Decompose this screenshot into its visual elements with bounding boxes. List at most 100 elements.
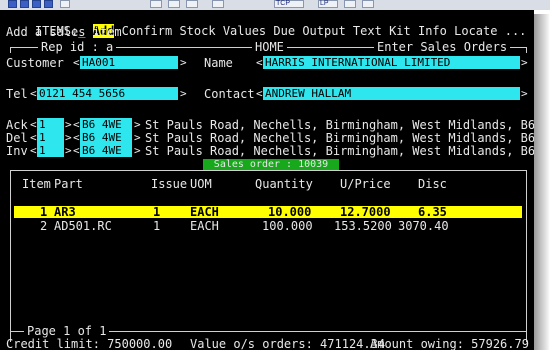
del-postcode-field[interactable]: B6 4WE: [80, 131, 132, 144]
toolbar: TCP LP: [0, 0, 550, 10]
copy-icon[interactable]: [150, 0, 162, 8]
name-label: Name: [204, 56, 233, 70]
phone-icon[interactable]: [60, 0, 70, 8]
inv-postcode-left-arrow-icon[interactable]: <: [73, 144, 80, 157]
customer-label: Customer: [6, 56, 64, 70]
ack-postcode-value: B6 4WE: [82, 118, 122, 131]
contact-left-arrow-icon[interactable]: <: [256, 87, 263, 100]
name-value: HARRIS INTERNATIONAL LIMITED: [265, 56, 451, 69]
row2-uom: EACH: [190, 219, 219, 233]
row1-issue: 1: [153, 205, 161, 219]
grid-icon[interactable]: [186, 0, 198, 8]
tel-label: Tel: [6, 87, 28, 101]
inv-address-text: St Pauls Road, Nechells, Birmingham, Wes…: [145, 144, 534, 158]
row1-disc: 6.35: [418, 205, 447, 219]
name-left-arrow-icon[interactable]: <: [256, 56, 263, 69]
col-issue: Issue: [151, 177, 188, 191]
items-frame-top: [10, 170, 527, 171]
name-field[interactable]: HARRIS INTERNATIONAL LIMITED: [263, 56, 520, 69]
row1-item: 1: [40, 205, 48, 219]
inv-postcode-field[interactable]: B6 4WE: [80, 144, 132, 157]
tel-field[interactable]: 0121 454 5656: [37, 87, 178, 100]
nav-right-icon[interactable]: [362, 0, 374, 8]
nav-left-icon[interactable]: [344, 0, 356, 8]
del-code-value: 1: [39, 131, 46, 144]
menu-item-locate[interactable]: Locate: [454, 24, 497, 38]
sales-order-badge: Sales order : 10039: [203, 159, 339, 170]
del-code-field[interactable]: 1: [37, 131, 64, 144]
customer-field[interactable]: HA001: [80, 56, 178, 69]
ack-postcode-right-arrow-icon[interactable]: >: [134, 118, 141, 131]
terminal-window: ITEMS:_ Add Confirm Stock Values Due Out…: [0, 10, 534, 350]
ack-code-value: 1: [39, 118, 46, 131]
tel-value: 0121 454 5656: [39, 87, 126, 100]
items-frame-left: [10, 170, 11, 342]
items-frame-right: [526, 170, 527, 342]
inv-code-right-arrow-icon[interactable]: >: [65, 144, 72, 157]
ack-code-field[interactable]: 1: [37, 118, 64, 131]
col-part: Part: [54, 177, 83, 191]
contact-field[interactable]: ANDREW HALLAM: [263, 87, 520, 100]
mode-label: Enter Sales Orders: [374, 41, 511, 53]
menu-item-values[interactable]: Values: [223, 24, 266, 38]
menu-item-text[interactable]: Text: [353, 24, 382, 38]
row2-quantity: 100.000: [262, 219, 313, 233]
ack-postcode-field[interactable]: B6 4WE: [80, 118, 132, 131]
app-icon[interactable]: [8, 0, 17, 8]
print-icon[interactable]: [44, 0, 53, 8]
rep-id: Rep id : a: [38, 41, 117, 53]
col-disc: Disc: [418, 177, 447, 191]
row2-item: 2: [40, 219, 48, 233]
value-outstanding: Value o/s orders: 471124.34: [190, 337, 386, 350]
hint-text: Add a sales item: [6, 25, 122, 39]
tcp-icon[interactable]: TCP: [274, 0, 304, 8]
row1-price: 12.7000: [340, 205, 391, 219]
del-address-text: St Pauls Road, Nechells, Birmingham, Wes…: [145, 131, 534, 145]
row2-part: AD501.RC: [54, 219, 112, 233]
menu-item-kit[interactable]: Kit: [389, 24, 411, 38]
inv-postcode-right-arrow-icon[interactable]: >: [134, 144, 141, 157]
lp-icon[interactable]: LP: [318, 0, 338, 8]
col-quantity: Quantity: [255, 177, 313, 191]
del-postcode-value: B6 4WE: [82, 131, 122, 144]
address-label: Inv: [6, 144, 28, 158]
ack-code-left-arrow-icon[interactable]: <: [30, 118, 37, 131]
sales-order-number: Sales order : 10039: [213, 159, 329, 170]
del-code-right-arrow-icon[interactable]: >: [65, 131, 72, 144]
col-price: U/Price: [340, 177, 391, 191]
row2-issue: 1: [153, 219, 161, 233]
del-code-left-arrow-icon[interactable]: <: [30, 131, 37, 144]
inv-code-left-arrow-icon[interactable]: <: [30, 144, 37, 157]
ack-postcode-left-arrow-icon[interactable]: <: [73, 118, 80, 131]
customer-value: HA001: [82, 56, 116, 69]
menu-item-due[interactable]: Due: [273, 24, 295, 38]
tel-right-arrow-icon[interactable]: >: [180, 87, 187, 100]
del-postcode-left-arrow-icon[interactable]: <: [73, 131, 80, 144]
del-postcode-right-arrow-icon[interactable]: >: [134, 131, 141, 144]
menu-item-stock[interactable]: Stock: [179, 24, 215, 38]
row1-part: AR3: [54, 205, 76, 219]
header-frame-left: [10, 47, 11, 53]
inv-code-field[interactable]: 1: [37, 144, 64, 157]
customer-right-arrow-icon[interactable]: >: [180, 56, 187, 69]
tel-left-arrow-icon[interactable]: <: [30, 87, 37, 100]
paste-icon[interactable]: [168, 0, 180, 8]
row2-disc: 3070.40: [398, 219, 449, 233]
settings-icon[interactable]: [212, 0, 224, 8]
home-label: HOME: [252, 41, 287, 53]
contact-right-arrow-icon[interactable]: >: [521, 87, 528, 100]
save-icon[interactable]: [20, 0, 29, 8]
ack-code-right-arrow-icon[interactable]: >: [65, 118, 72, 131]
window-shadow: [534, 14, 550, 350]
folder-icon[interactable]: [32, 0, 41, 8]
menu-item-output[interactable]: Output: [302, 24, 345, 38]
row2-price: 153.5200: [334, 219, 392, 233]
contact-label: Contact: [204, 87, 255, 101]
name-right-arrow-icon[interactable]: >: [521, 56, 528, 69]
menu-item-confirm[interactable]: Confirm: [122, 24, 173, 38]
menu-item-more[interactable]: ...: [505, 24, 527, 38]
menu-item-info[interactable]: Info: [418, 24, 447, 38]
col-uom: UOM: [190, 177, 212, 191]
amount-owing: Amount owing: 57926.79: [370, 337, 529, 350]
customer-left-arrow-icon[interactable]: <: [73, 56, 80, 69]
